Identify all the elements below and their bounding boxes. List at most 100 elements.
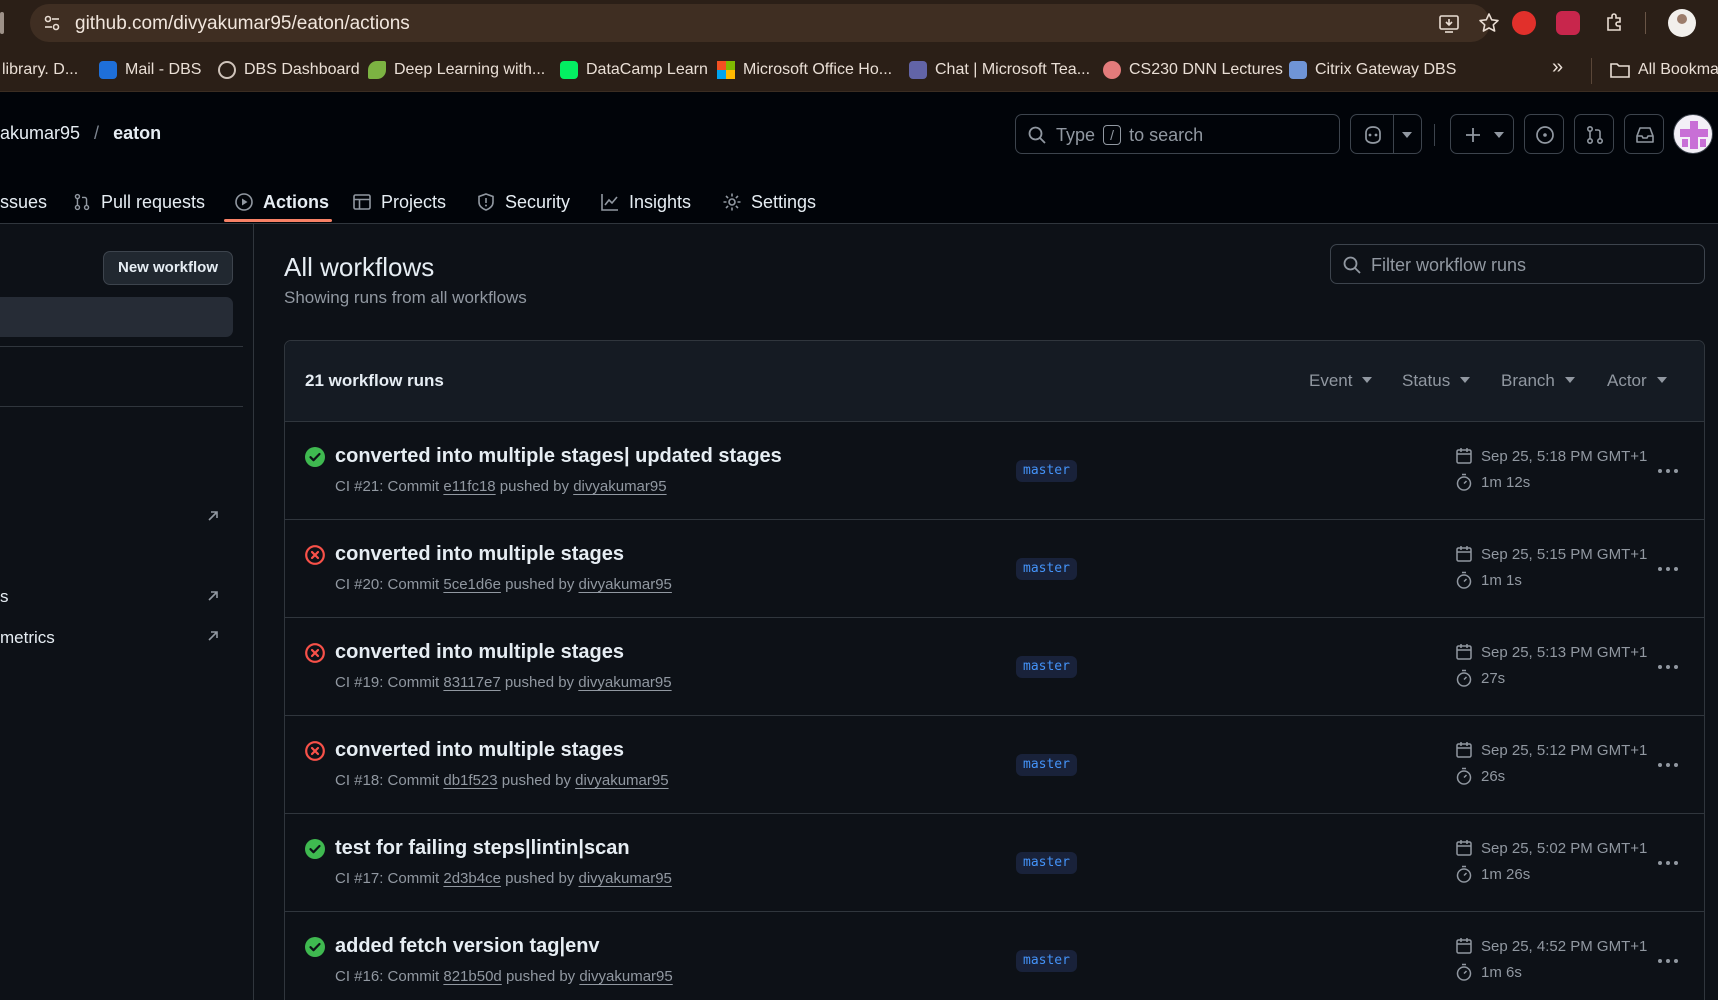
tab-insights[interactable]: Insights — [600, 180, 691, 224]
event-filter-dropdown[interactable]: Event — [1309, 371, 1373, 391]
bookmark-item[interactable]: CS230 DNN Lectures — [1103, 58, 1283, 82]
breadcrumb-owner[interactable]: akumar95 — [0, 123, 80, 143]
commit-link[interactable]: db1f523 — [443, 772, 497, 789]
workflow-run-row[interactable]: converted into multiple stages| updated … — [285, 423, 1704, 520]
workflow-run-row[interactable]: added fetch version tag|env CI #16: Comm… — [285, 913, 1704, 1000]
kebab-menu-icon[interactable] — [1656, 951, 1680, 971]
branch-badge[interactable]: master — [1016, 950, 1077, 972]
site-info-icon[interactable] — [42, 13, 62, 33]
datacamp-icon — [560, 61, 578, 79]
global-search-input[interactable]: Type / to search — [1015, 114, 1340, 154]
sidebar-item-all-workflows[interactable] — [0, 297, 233, 337]
bookmark-item[interactable]: Citrix Gateway DBS — [1289, 58, 1456, 82]
user-link[interactable]: divyakumar95 — [578, 674, 671, 691]
sidebar-divider-line — [0, 406, 243, 407]
runs-count: 21 workflow runs — [305, 371, 444, 390]
commit-link[interactable]: 83117e7 — [443, 674, 500, 691]
tab-issues[interactable]: ssues — [0, 180, 47, 224]
run-title[interactable]: converted into multiple stages — [335, 739, 624, 762]
commit-link[interactable]: 821b50d — [443, 968, 501, 985]
tab-pull-requests[interactable]: Pull requests — [72, 180, 205, 224]
user-link[interactable]: divyakumar95 — [575, 772, 668, 789]
branch-filter-dropdown[interactable]: Branch — [1501, 371, 1575, 391]
workflow-run-row[interactable]: converted into multiple stages CI #20: C… — [285, 521, 1704, 618]
mendeley-extension-icon[interactable] — [1556, 11, 1580, 35]
status-filter-dropdown[interactable]: Status — [1402, 371, 1471, 391]
sidebar-link[interactable]: s — [0, 587, 9, 607]
user-link[interactable]: divyakumar95 — [579, 576, 672, 593]
run-title[interactable]: test for failing steps|lintin|scan — [335, 837, 630, 860]
bookmark-item[interactable]: DBS Dashboard — [218, 58, 360, 82]
user-link[interactable]: divyakumar95 — [579, 870, 672, 887]
user-link[interactable]: divyakumar95 — [579, 968, 672, 985]
bookmark-item[interactable]: Chat | Microsoft Tea... — [909, 58, 1090, 82]
branch-badge[interactable]: master — [1016, 656, 1077, 678]
address-bar[interactable]: github.com/divyakumar95/eaton/actions — [30, 4, 1499, 42]
bookmark-item[interactable]: Deep Learning with... — [368, 58, 545, 82]
commit-link[interactable]: 2d3b4ce — [443, 870, 501, 887]
teams-icon — [909, 61, 927, 79]
branch-badge[interactable]: master — [1016, 852, 1077, 874]
branch-badge[interactable]: master — [1016, 754, 1077, 776]
user-link[interactable]: divyakumar95 — [573, 478, 666, 495]
actor-filter-dropdown[interactable]: Actor — [1607, 371, 1667, 391]
adblock-extension-icon[interactable] — [1512, 11, 1536, 35]
calendar-icon — [1456, 448, 1472, 464]
external-link-icon[interactable] — [206, 509, 220, 523]
new-workflow-button[interactable]: New workflow — [103, 251, 233, 285]
kebab-menu-icon[interactable] — [1656, 657, 1680, 677]
run-date: Sep 25, 5:12 PM GMT+1 — [1455, 741, 1647, 759]
install-app-icon[interactable] — [1438, 13, 1460, 35]
external-link-icon[interactable] — [206, 629, 220, 643]
run-title[interactable]: added fetch version tag|env — [335, 935, 600, 958]
success-check-icon — [305, 937, 325, 957]
run-title[interactable]: converted into multiple stages — [335, 641, 624, 664]
branch-badge[interactable]: master — [1016, 460, 1077, 482]
chevron-down-icon — [1494, 132, 1504, 138]
tab-settings[interactable]: Settings — [722, 180, 816, 224]
pull-requests-button[interactable] — [1574, 114, 1614, 154]
run-duration: 27s — [1455, 669, 1505, 687]
run-title[interactable]: converted into multiple stages| updated … — [335, 445, 782, 468]
browser-profile-avatar[interactable] — [1668, 9, 1696, 37]
bookmark-item[interactable]: library. D... — [2, 58, 78, 82]
run-title[interactable]: converted into multiple stages — [335, 543, 624, 566]
workflow-run-row[interactable]: converted into multiple stages CI #18: C… — [285, 717, 1704, 814]
failure-x-icon — [305, 545, 325, 565]
breadcrumb-repo[interactable]: eaton — [113, 123, 161, 143]
copilot-button[interactable] — [1350, 114, 1422, 154]
filter-placeholder: Filter workflow runs — [1371, 255, 1527, 275]
kebab-menu-icon[interactable] — [1656, 755, 1680, 775]
all-bookmarks-folder[interactable]: All Bookma — [1610, 58, 1718, 82]
bookmark-item[interactable]: Microsoft Office Ho... — [717, 58, 892, 82]
tab-projects[interactable]: Projects — [352, 180, 446, 224]
more-bookmarks-button[interactable]: » — [1552, 56, 1563, 79]
url-text[interactable]: github.com/divyakumar95/eaton/actions — [75, 13, 410, 35]
run-meta: CI #17: Commit 2d3b4ce pushed by divyaku… — [335, 870, 672, 887]
kebab-menu-icon[interactable] — [1656, 559, 1680, 579]
bookmark-star-icon[interactable] — [1478, 12, 1500, 34]
commit-link[interactable]: 5ce1d6e — [443, 576, 501, 593]
run-duration: 1m 1s — [1455, 571, 1522, 589]
filter-runs-input[interactable]: Filter workflow runs — [1330, 244, 1705, 284]
run-date: Sep 25, 5:15 PM GMT+1 — [1455, 545, 1647, 563]
extensions-puzzle-icon[interactable] — [1603, 11, 1627, 35]
kebab-menu-icon[interactable] — [1656, 461, 1680, 481]
create-new-button[interactable] — [1450, 114, 1514, 154]
branch-badge[interactable]: master — [1016, 558, 1077, 580]
tab-actions[interactable]: Actions — [234, 180, 329, 224]
bookmark-item[interactable]: Mail - DBS — [99, 58, 201, 82]
kebab-menu-icon[interactable] — [1656, 853, 1680, 873]
tab-security[interactable]: Security — [476, 180, 570, 224]
external-link-icon[interactable] — [206, 589, 220, 603]
user-avatar[interactable] — [1673, 114, 1713, 154]
chevron-down-icon[interactable] — [1401, 130, 1413, 140]
commit-link[interactable]: e11fc18 — [443, 478, 495, 495]
issues-button[interactable] — [1524, 114, 1564, 154]
workflow-run-row[interactable]: converted into multiple stages CI #19: C… — [285, 619, 1704, 716]
inbox-button[interactable] — [1624, 114, 1664, 154]
sidebar-link-metrics[interactable]: metrics — [0, 628, 55, 648]
workflow-run-row[interactable]: test for failing steps|lintin|scan CI #1… — [285, 815, 1704, 912]
table-icon — [353, 194, 371, 210]
bookmark-item[interactable]: DataCamp Learn — [560, 58, 708, 82]
